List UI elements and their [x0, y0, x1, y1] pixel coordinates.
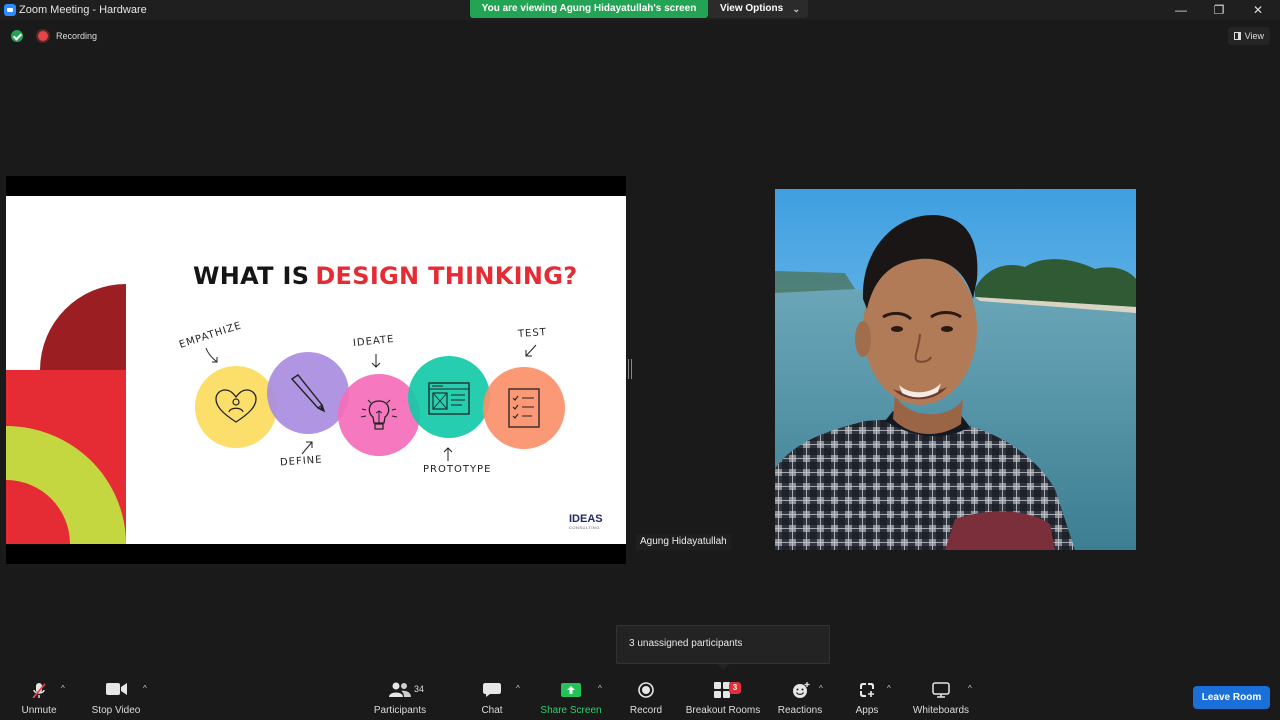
participants-label: Participants [373, 705, 427, 716]
apps-label: Apps [855, 705, 879, 716]
leave-room-button[interactable]: Leave Room [1193, 686, 1270, 709]
chat-bubble-icon [483, 683, 501, 697]
heart-person-icon [215, 389, 257, 423]
whiteboards-label: Whiteboards [912, 705, 970, 716]
checklist-icon [508, 388, 540, 428]
minimize-button[interactable]: — [1173, 2, 1189, 18]
reactions-button[interactable]: Reactions [774, 672, 826, 720]
define-arrow-icon [301, 441, 313, 455]
ideas-logo-subtitle: CONSULTING [569, 525, 600, 530]
slide-title: WHAT IS DESIGN THINKING? [193, 262, 578, 290]
video-options-caret-icon[interactable]: ^ [143, 684, 147, 693]
whiteboard-icon [932, 682, 950, 698]
zoom-logo-icon [4, 4, 16, 16]
chevron-down-icon: ⌄ [792, 4, 800, 14]
view-button[interactable]: View [1227, 27, 1270, 45]
unassigned-participants-tooltip: 3 unassigned participants [616, 625, 830, 670]
record-label: Record [629, 705, 663, 716]
reactions-smiley-icon [793, 682, 810, 698]
security-shield-icon[interactable] [11, 30, 23, 42]
share-screen-button[interactable]: Share Screen [538, 672, 604, 720]
share-screen-label: Share Screen [540, 705, 602, 716]
participants-count: 34 [414, 684, 425, 694]
ideate-label: IDEATE [352, 333, 395, 350]
share-screen-icon [561, 683, 581, 697]
unmute-button[interactable]: Unmute [14, 672, 64, 720]
window-title: Zoom Meeting - Hardware [19, 4, 147, 16]
stop-video-label: Stop Video [91, 705, 141, 716]
reactions-label: Reactions [777, 705, 823, 716]
record-button[interactable]: Record [624, 672, 668, 720]
meeting-toolbar: Unmute ^ Stop Video ^ 34 Participants Ch… [0, 672, 1280, 720]
participant-name-tag: Agung Hidayatullah [636, 534, 731, 550]
restore-button[interactable]: ❐ [1211, 2, 1227, 18]
title-bar: Zoom Meeting - Hardware You are viewing … [0, 0, 1280, 20]
reactions-options-caret-icon[interactable]: ^ [819, 684, 823, 693]
ideate-arrow-icon [371, 354, 381, 368]
breakout-rooms-badge: 3 [729, 682, 741, 694]
breakout-rooms-label: Breakout Rooms [685, 705, 761, 716]
whiteboards-button[interactable]: Whiteboards [908, 672, 974, 720]
participants-button[interactable]: 34 Participants [370, 672, 430, 720]
test-arrow-icon [525, 344, 537, 357]
chat-button[interactable]: Chat [472, 672, 512, 720]
breakout-rooms-button[interactable]: 3 Breakout Rooms [682, 672, 764, 720]
view-options-label: View Options [720, 3, 784, 14]
view-layout-icon [1233, 32, 1241, 40]
browser-window-icon [428, 382, 470, 415]
presentation-slide: WHAT IS DESIGN THINKING? EMPATHIZE DEFIN… [6, 196, 626, 544]
chat-options-caret-icon[interactable]: ^ [516, 684, 520, 693]
whiteboards-options-caret-icon[interactable]: ^ [968, 684, 972, 693]
share-banner: You are viewing Agung Hidayatullah's scr… [470, 0, 708, 18]
participants-icon [389, 682, 411, 697]
recording-icon[interactable] [38, 31, 48, 41]
prototype-arrow-icon [443, 447, 453, 461]
chat-label: Chat [481, 705, 503, 716]
shared-screen[interactable]: WHAT IS DESIGN THINKING? EMPATHIZE DEFIN… [6, 176, 626, 564]
share-options-caret-icon[interactable]: ^ [598, 684, 602, 693]
ideas-logo: IDEAS [569, 513, 603, 525]
resize-divider-handle[interactable] [628, 359, 632, 379]
test-label: TEST [517, 327, 548, 340]
record-icon [638, 682, 654, 698]
apps-icon [860, 683, 874, 697]
video-camera-icon [106, 683, 127, 695]
recording-label: Recording [56, 31, 98, 41]
zoom-window: Zoom Meeting - Hardware You are viewing … [0, 0, 1280, 720]
slide-title-part2: DESIGN THINKING? [315, 262, 578, 290]
view-options-button[interactable]: View Options ⌄ [708, 0, 808, 18]
slide-title-part1: WHAT IS [193, 262, 310, 290]
close-button[interactable]: ✕ [1250, 2, 1266, 18]
stop-video-button[interactable]: Stop Video [86, 672, 146, 720]
slide-decoration [6, 284, 126, 544]
view-label: View [1244, 31, 1264, 41]
pencil-icon [290, 374, 326, 413]
lightbulb-icon [360, 399, 398, 430]
define-label: DEFINE [279, 454, 323, 469]
audio-options-caret-icon[interactable]: ^ [61, 684, 65, 693]
prototype-label: PROTOTYPE [423, 464, 492, 475]
unmute-label: Unmute [21, 705, 57, 716]
microphone-muted-icon [32, 683, 46, 698]
apps-button[interactable]: Apps [848, 672, 886, 720]
participant-video-frame [775, 189, 1136, 550]
participant-video[interactable] [775, 189, 1136, 550]
apps-options-caret-icon[interactable]: ^ [887, 684, 891, 693]
empathize-arrow-icon [205, 347, 218, 363]
